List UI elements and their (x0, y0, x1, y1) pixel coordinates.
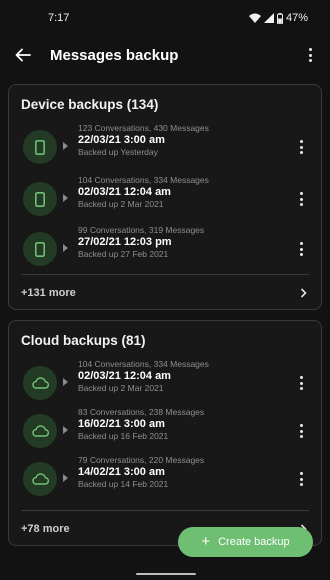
page-title: Messages backup (50, 46, 179, 64)
cloud-backups-card: Cloud backups (81) 104 Conversations, 33… (8, 320, 322, 546)
more-label: +78 more (21, 523, 70, 535)
backup-summary: 104 Conversations, 334 Messages (78, 175, 209, 185)
item-menu-button[interactable] (291, 135, 311, 159)
expand-arrow-icon[interactable] (63, 142, 68, 150)
cloud-backup-item[interactable]: 104 Conversations, 334 Messages 02/03/21… (9, 359, 323, 407)
phone-icon (23, 130, 57, 164)
cloud-backup-item[interactable]: 79 Conversations, 220 Messages 14/02/21 … (9, 455, 323, 503)
item-menu-button[interactable] (291, 237, 311, 261)
battery-icon (276, 12, 283, 24)
cloud-icon (23, 414, 57, 448)
backup-summary: 99 Conversations, 319 Messages (78, 225, 205, 235)
expand-arrow-icon[interactable] (63, 474, 68, 482)
backed-up-label: Backed up 2 Mar 2021 (78, 383, 164, 393)
backed-up-label: Backed up 14 Feb 2021 (78, 479, 169, 489)
backed-up-label: Backed up 27 Feb 2021 (78, 249, 169, 259)
expand-arrow-icon[interactable] (63, 244, 68, 252)
more-vert-icon (299, 242, 303, 256)
backup-date: 16/02/21 3:00 am (78, 418, 165, 430)
cloud-icon (23, 462, 57, 496)
overflow-menu-button[interactable] (296, 36, 324, 74)
expand-arrow-icon[interactable] (63, 426, 68, 434)
wifi-icon (248, 13, 261, 23)
signal-icon (263, 13, 274, 23)
status-bar: 7:17 47% (0, 0, 330, 36)
backup-date: 27/02/21 12:03 pm (78, 236, 172, 248)
more-vert-icon (299, 192, 303, 206)
cloud-backup-item[interactable]: 83 Conversations, 238 Messages 16/02/21 … (9, 407, 323, 455)
item-menu-button[interactable] (291, 419, 311, 443)
backup-summary: 104 Conversations, 334 Messages (78, 359, 209, 369)
device-more-row[interactable]: +131 more (9, 275, 323, 311)
plus-icon: + (201, 533, 211, 550)
backed-up-label: Backed up Yesterday (78, 147, 158, 157)
device-backups-title: Device backups (134) (21, 97, 159, 112)
home-indicator[interactable] (136, 573, 196, 575)
expand-arrow-icon[interactable] (63, 378, 68, 386)
status-icons: 47% (248, 12, 308, 24)
create-backup-label: Create backup (218, 536, 290, 548)
more-vert-icon (299, 376, 303, 390)
item-menu-button[interactable] (291, 371, 311, 395)
create-backup-button[interactable]: + Create backup (178, 527, 313, 557)
item-menu-button[interactable] (291, 467, 311, 491)
chevron-right-icon (295, 285, 311, 301)
backup-date: 22/03/21 3:00 am (78, 134, 165, 146)
phone-icon (23, 182, 57, 216)
app-bar: Messages backup (0, 36, 330, 74)
item-menu-button[interactable] (291, 187, 311, 211)
backup-date: 02/03/21 12:04 am (78, 186, 171, 198)
backup-summary: 83 Conversations, 238 Messages (78, 407, 205, 417)
backed-up-label: Backed up 2 Mar 2021 (78, 199, 164, 209)
expand-arrow-icon[interactable] (63, 194, 68, 202)
device-backup-item[interactable]: 104 Conversations, 334 Messages 02/03/21… (9, 175, 323, 223)
backed-up-label: Backed up 16 Feb 2021 (78, 431, 169, 441)
more-vert-icon (308, 48, 312, 62)
device-backups-card: Device backups (134) 123 Conversations, … (8, 84, 322, 310)
phone-icon (23, 232, 57, 266)
backup-summary: 79 Conversations, 220 Messages (78, 455, 205, 465)
backup-summary: 123 Conversations, 430 Messages (78, 123, 209, 133)
device-backup-item[interactable]: 99 Conversations, 319 Messages 27/02/21 … (9, 225, 323, 273)
arrow-back-icon (15, 48, 31, 62)
more-vert-icon (299, 472, 303, 486)
more-label: +131 more (21, 287, 76, 299)
more-vert-icon (299, 424, 303, 438)
back-button[interactable] (0, 36, 46, 74)
status-time: 7:17 (48, 12, 70, 24)
cloud-backups-title: Cloud backups (81) (21, 333, 146, 348)
backup-date: 02/03/21 12:04 am (78, 370, 171, 382)
cloud-icon (23, 366, 57, 400)
device-backup-item[interactable]: 123 Conversations, 430 Messages 22/03/21… (9, 123, 323, 171)
more-vert-icon (299, 140, 303, 154)
battery-percent: 47% (285, 12, 308, 24)
backup-date: 14/02/21 3:00 am (78, 466, 165, 478)
